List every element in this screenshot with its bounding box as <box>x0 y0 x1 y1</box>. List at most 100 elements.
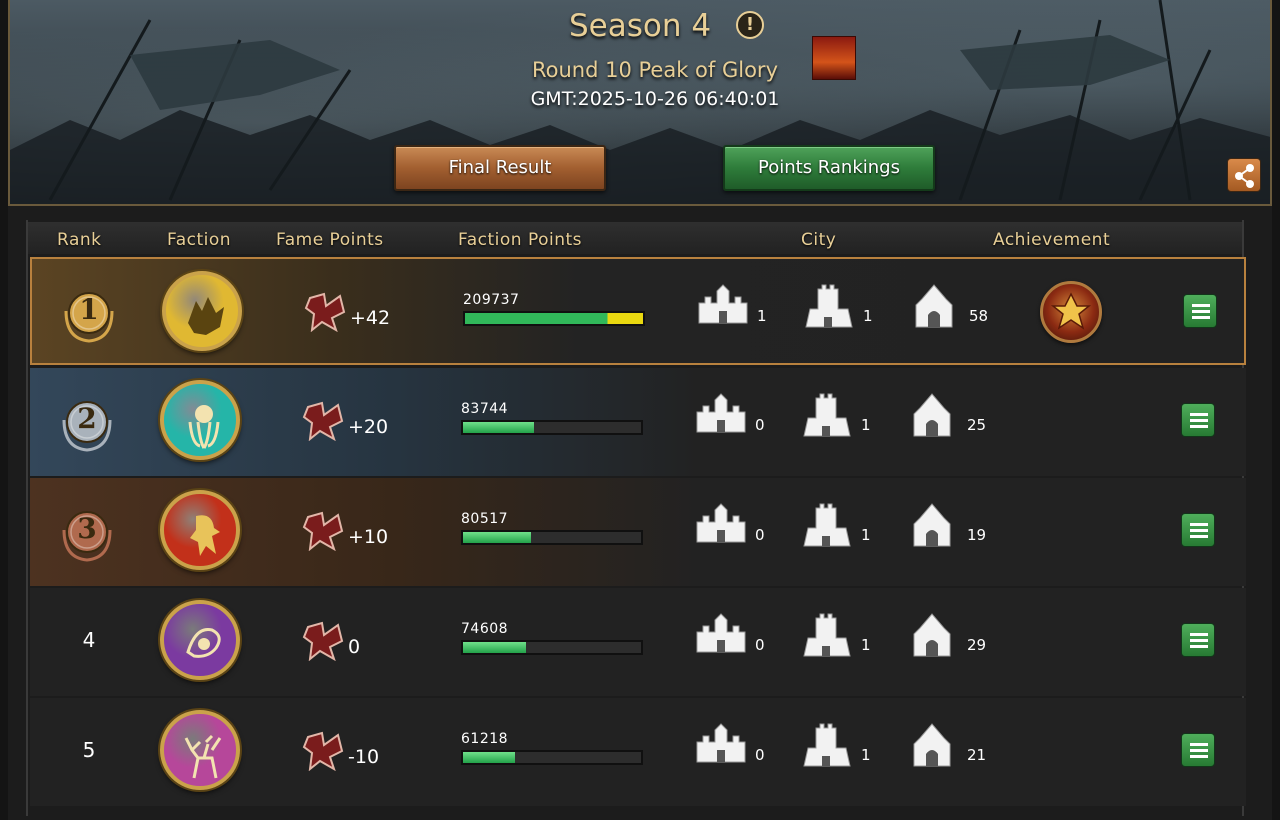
final-result-button[interactable]: Final Result <box>394 145 606 191</box>
faction-emblem[interactable] <box>160 490 240 570</box>
fortress-icon <box>803 393 851 437</box>
faction-points-bar <box>461 750 643 765</box>
fame-points-icon-wrap <box>302 621 346 665</box>
fame-points-icon <box>302 731 344 772</box>
kraken-icon <box>188 405 220 449</box>
details-list-button[interactable] <box>1181 733 1215 767</box>
city-count-a: 1 <box>757 307 767 325</box>
city-count-c: 58 <box>969 307 989 325</box>
list-icon-line <box>1190 425 1208 428</box>
faction-points-bar <box>461 640 643 655</box>
details-list-button[interactable] <box>1183 294 1217 328</box>
fame-points-value: +42 <box>350 307 391 329</box>
city-type-b <box>802 722 852 772</box>
faction-points-value: 80517 <box>461 511 509 527</box>
faction-emblem[interactable] <box>160 600 240 680</box>
faction-points-bar-fill <box>463 642 527 653</box>
table-row: 5 -10 61218 0 1 21 <box>30 698 1246 806</box>
faction-points-bar-fill <box>465 313 643 324</box>
list-icon-line <box>1190 743 1208 746</box>
fame-points-icon-wrap <box>304 292 348 336</box>
list-icon-line <box>1190 535 1208 538</box>
list-icon-line <box>1190 413 1208 416</box>
table-row: 4 0 74608 0 1 29 <box>30 588 1246 696</box>
faction-emblem[interactable] <box>162 271 242 351</box>
fortress-icon <box>805 284 853 328</box>
table-row: 2 +20 83744 0 1 25 <box>30 368 1246 476</box>
fame-points-value: 0 <box>348 636 361 658</box>
fame-points-icon <box>302 401 344 442</box>
city-type-b <box>802 612 852 662</box>
list-icon-line <box>1190 645 1208 648</box>
faction-emblem[interactable] <box>160 710 240 790</box>
info-icon[interactable]: ! <box>736 11 764 39</box>
city-count-c: 21 <box>967 746 987 764</box>
list-icon-line <box>1190 529 1208 532</box>
city-type-a <box>693 722 749 770</box>
fame-points-value: +10 <box>348 526 389 548</box>
city-count-b: 1 <box>861 526 871 544</box>
faction-points-bar-fill <box>463 752 515 763</box>
faction-points-bar <box>461 420 643 435</box>
season-banner: Season 4 ! Round 10 Peak of Glory GMT:20… <box>8 0 1272 206</box>
city-type-c <box>910 612 954 662</box>
column-header-faction: Faction <box>167 230 232 250</box>
capital-castle-icon <box>698 284 748 324</box>
city-count-b: 1 <box>863 307 873 325</box>
list-icon-line <box>1192 316 1210 319</box>
keep-icon <box>913 613 951 657</box>
dragon-icon <box>186 627 221 658</box>
column-header-achievement: Achievement <box>993 230 1111 250</box>
faction-points-value: 209737 <box>463 292 520 308</box>
city-type-b <box>802 392 852 442</box>
fame-points-icon <box>302 511 344 552</box>
city-type-b <box>802 502 852 552</box>
rank-number: 5 <box>82 738 96 762</box>
capital-castle-icon <box>696 393 746 433</box>
city-count-c: 25 <box>967 416 987 434</box>
details-list-button[interactable] <box>1181 513 1215 547</box>
list-icon-line <box>1190 523 1208 526</box>
city-type-a <box>693 502 749 550</box>
share-button[interactable] <box>1227 158 1261 192</box>
fame-points-value: -10 <box>348 746 380 768</box>
city-count-a: 0 <box>755 416 765 434</box>
list-icon-line <box>1190 633 1208 636</box>
keep-icon <box>913 393 951 437</box>
stag-icon <box>184 734 222 779</box>
season-title: Season 4 <box>568 8 712 44</box>
points-rankings-button[interactable]: Points Rankings <box>723 145 935 191</box>
city-type-a <box>693 612 749 660</box>
rank-number: 3 <box>77 512 97 545</box>
city-count-b: 1 <box>861 416 871 434</box>
capital-castle-icon <box>696 723 746 763</box>
city-type-b <box>804 283 854 333</box>
fame-points-icon <box>304 292 346 333</box>
fame-points-icon-wrap <box>302 511 346 555</box>
city-count-a: 0 <box>755 636 765 654</box>
city-count-b: 1 <box>861 636 871 654</box>
fame-points-icon <box>302 621 344 662</box>
fame-points-icon-wrap <box>302 401 346 445</box>
fortress-icon <box>803 503 851 547</box>
list-icon-line <box>1190 419 1208 422</box>
faction-emblem[interactable] <box>160 380 240 460</box>
column-header-faction-points: Faction Points <box>458 230 583 250</box>
city-count-a: 0 <box>755 526 765 544</box>
keep-icon <box>913 723 951 767</box>
city-type-c <box>910 502 954 552</box>
details-list-button[interactable] <box>1181 403 1215 437</box>
faction-points-bar <box>461 530 643 545</box>
column-header-rank: Rank <box>57 230 102 250</box>
details-list-button[interactable] <box>1181 623 1215 657</box>
table-row: 1 +42 209737 1 1 58 <box>30 257 1246 365</box>
keep-icon <box>913 503 951 547</box>
achievement-badge-icon[interactable] <box>1040 281 1102 343</box>
list-icon-line <box>1190 749 1208 752</box>
round-badge-icon <box>812 36 856 80</box>
faction-points-bar-fill <box>463 532 532 543</box>
city-type-c <box>912 283 956 333</box>
fortress-icon <box>803 613 851 657</box>
city-count-b: 1 <box>861 746 871 764</box>
column-header-fame-points: Fame Points <box>276 230 384 250</box>
